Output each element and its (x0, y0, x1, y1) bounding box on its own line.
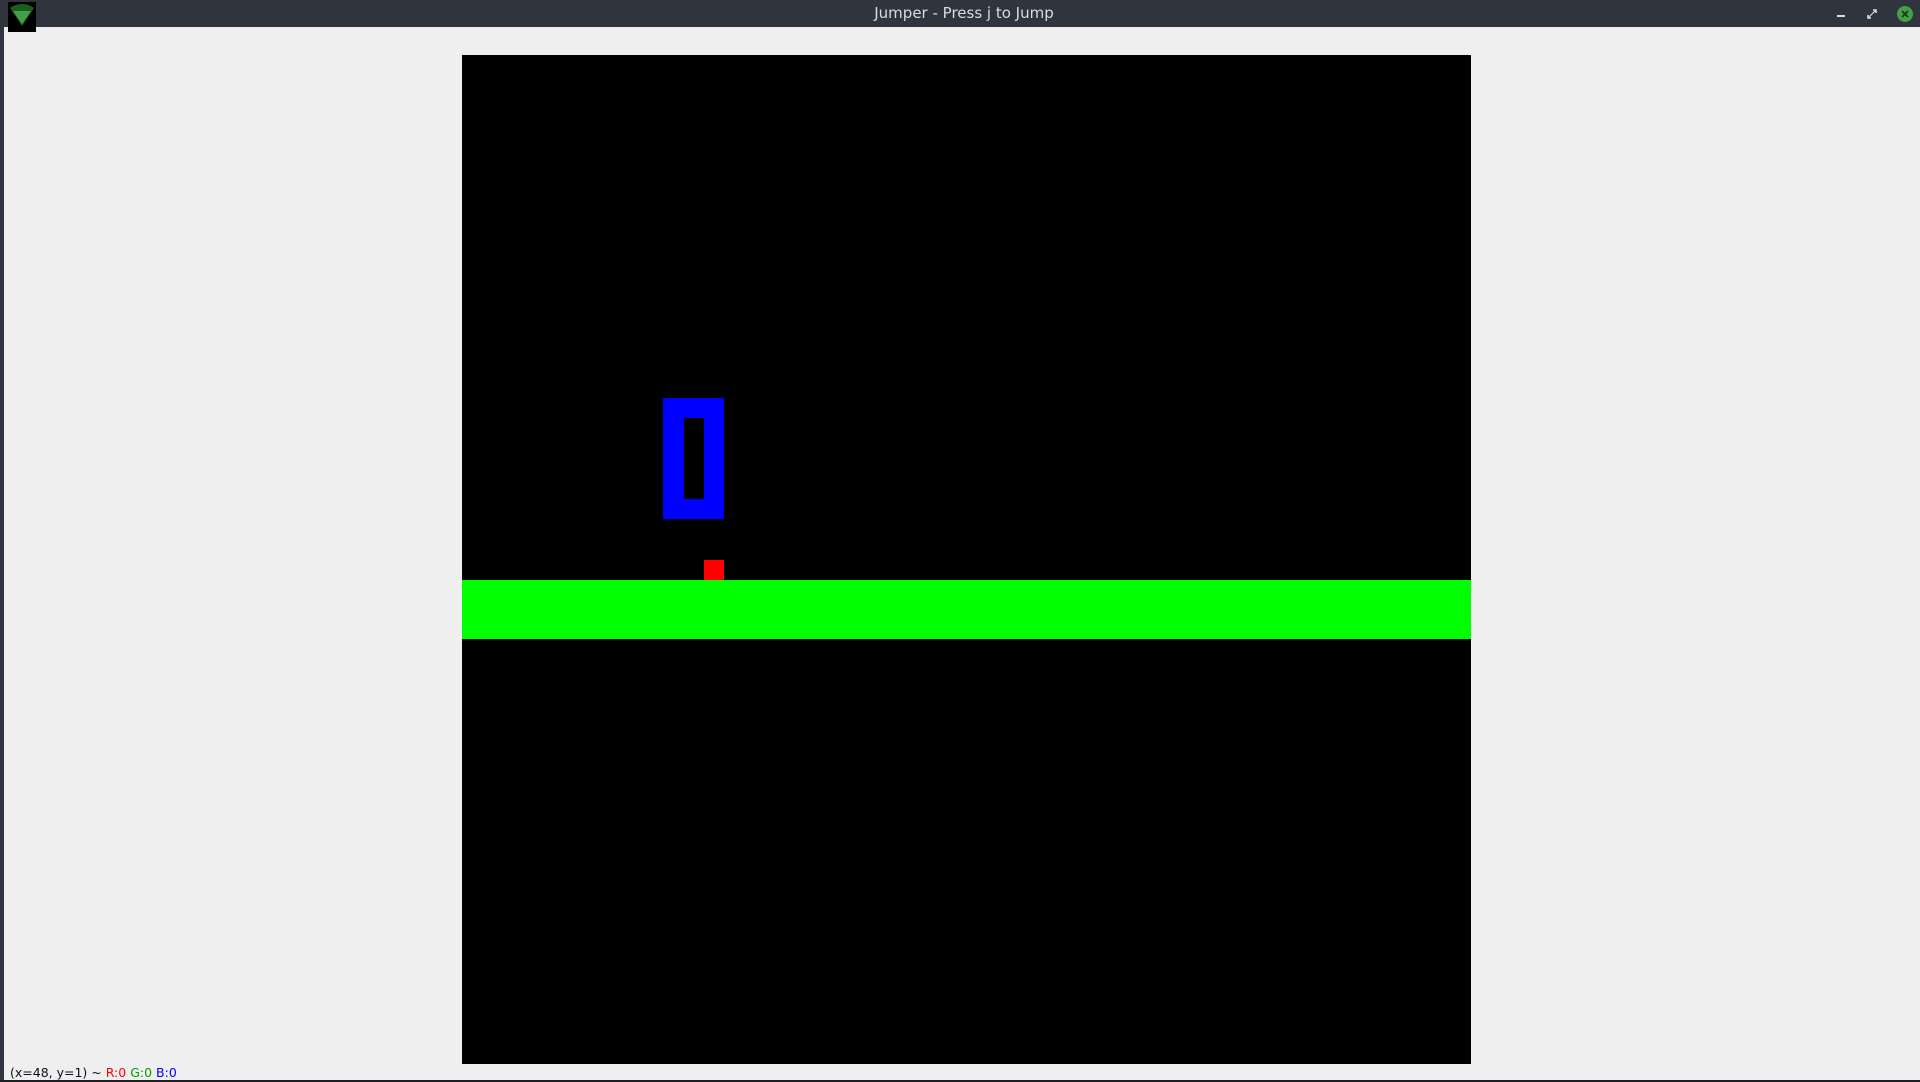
cursor-coordinates: (x=48, y=1) ~ (10, 1065, 102, 1080)
app-window: Jumper - Press j to Jump (x=48, y=1) ~ R… (0, 0, 1920, 1080)
window-title: Jumper - Press j to Jump (874, 4, 1054, 22)
minimize-icon (1837, 15, 1845, 17)
close-button[interactable] (1896, 5, 1914, 23)
blue-value: B:0 (156, 1065, 177, 1080)
green-value: G:0 (130, 1065, 153, 1080)
pixel-status-bar: (x=48, y=1) ~ R:0 G:0 B:0 (10, 1064, 177, 1080)
player-square (704, 560, 724, 580)
red-value: R:0 (105, 1065, 127, 1080)
close-icon (1897, 6, 1913, 22)
obstacle-block (663, 398, 724, 519)
maximize-button[interactable] (1863, 5, 1881, 23)
ground-platform (462, 580, 1471, 639)
maximize-icon (1867, 9, 1877, 19)
minimize-button[interactable] (1832, 5, 1850, 23)
title-bar[interactable]: Jumper - Press j to Jump (4, 0, 1920, 32)
game-canvas[interactable] (462, 55, 1471, 1064)
